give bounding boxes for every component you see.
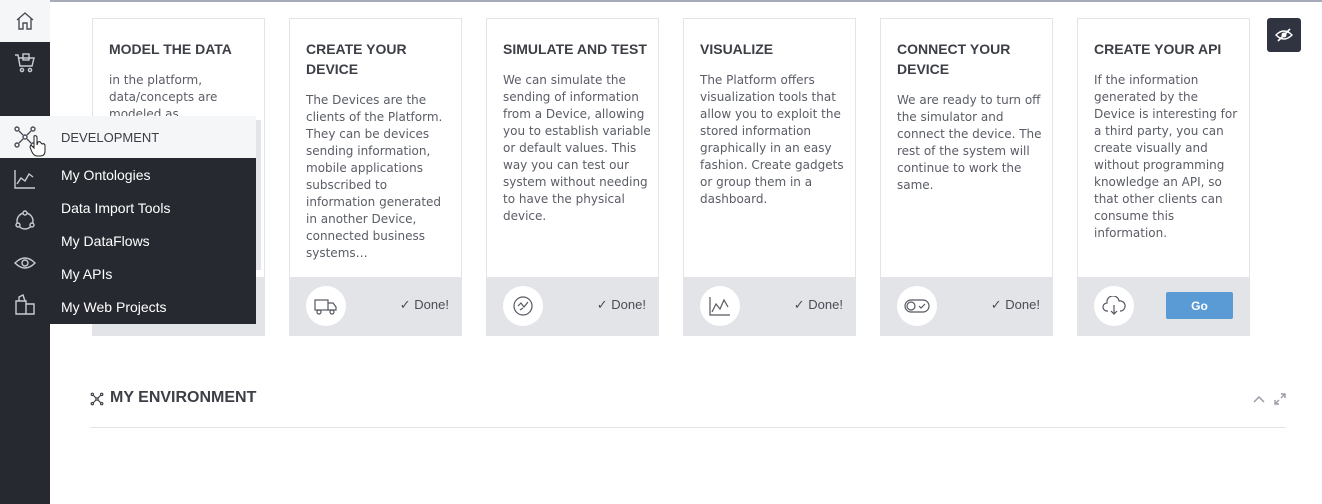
- simulate-icon: [503, 286, 543, 326]
- card-body: We can simulate the sending of informati…: [503, 73, 651, 223]
- boxes-icon: [15, 294, 35, 315]
- card-footer: ✓ Done!: [684, 277, 855, 335]
- card-title: CREATE YOUR API: [1094, 41, 1222, 57]
- toggle-visibility-button[interactable]: [1267, 18, 1301, 52]
- flyout-header: DEVELOPMENT: [50, 116, 256, 158]
- menu-item-my-web-projects[interactable]: My Web Projects: [61, 299, 167, 315]
- card-body: If the information generated by the Devi…: [1094, 73, 1238, 240]
- chart-icon: [14, 170, 35, 189]
- section-divider: [90, 427, 1286, 428]
- flyout-scrollbar[interactable]: [256, 120, 261, 270]
- hand-cursor-icon: [29, 135, 46, 157]
- card-body: The Devices are the clients of the Platf…: [306, 93, 443, 260]
- card-create-api: CREATE YOUR API If the information gener…: [1077, 18, 1250, 336]
- sidebar-item-marketplace[interactable]: [0, 42, 50, 84]
- toggle-icon: [897, 286, 937, 326]
- menu-item-my-ontologies[interactable]: My Ontologies: [61, 167, 150, 183]
- home-icon: [16, 12, 34, 30]
- status-done: ✓ Done!: [596, 297, 646, 312]
- sidebar-item-home[interactable]: [0, 0, 50, 42]
- status-done: ✓ Done!: [793, 297, 843, 312]
- top-border: [0, 0, 1322, 2]
- menu-item-data-import-tools[interactable]: Data Import Tools: [61, 200, 170, 216]
- card-visualize: VISUALIZE The Platform offers visualizat…: [683, 18, 856, 336]
- card-connect-device: CONNECT YOUR DEVICE We are ready to turn…: [880, 18, 1053, 336]
- eye-icon: [14, 257, 36, 269]
- section-title: MY ENVIRONMENT: [110, 389, 257, 406]
- collapse-icon[interactable]: [1252, 392, 1266, 406]
- menu-item-my-dataflows[interactable]: My DataFlows: [61, 233, 150, 249]
- chart-icon: [700, 286, 740, 326]
- status-done: ✓ Done!: [399, 297, 449, 312]
- status-done: ✓ Done!: [990, 297, 1040, 312]
- card-title: CREATE YOUR DEVICE: [306, 41, 407, 77]
- card-title: VISUALIZE: [700, 41, 774, 57]
- sidebar: [0, 0, 50, 504]
- card-footer: Go: [1078, 277, 1249, 335]
- truck-icon: [306, 286, 346, 326]
- cloud-download-icon: [1094, 286, 1134, 326]
- development-flyout-menu: DEVELOPMENT My Ontologies Data Import To…: [50, 116, 256, 324]
- eye-slash-icon: [1275, 28, 1293, 42]
- sidebar-item-visualization[interactable]: [0, 242, 50, 284]
- card-simulate-test: SIMULATE AND TEST We can simulate the se…: [486, 18, 659, 336]
- card-title: CONNECT YOUR DEVICE: [897, 41, 1011, 77]
- card-title: MODEL THE DATA: [109, 41, 232, 57]
- sidebar-item-analytics[interactable]: [0, 158, 50, 200]
- card-body: We are ready to turn off the simulator a…: [897, 93, 1042, 192]
- go-button[interactable]: Go: [1166, 292, 1233, 319]
- expand-icon[interactable]: [1273, 392, 1287, 406]
- cart-icon: [15, 53, 35, 73]
- cycle-icon: [15, 210, 35, 230]
- network-icon: [90, 392, 104, 406]
- sidebar-item-flows[interactable]: [0, 200, 50, 242]
- menu-item-my-apis[interactable]: My APIs: [61, 266, 112, 282]
- card-footer: ✓ Done!: [881, 277, 1052, 335]
- card-footer: ✓ Done!: [290, 277, 461, 335]
- card-footer: ✓ Done!: [487, 277, 658, 335]
- card-title: SIMULATE AND TEST: [503, 41, 647, 57]
- card-body: The Platform offers visualization tools …: [700, 73, 844, 206]
- sidebar-item-projects[interactable]: [0, 284, 50, 326]
- card-create-device: CREATE YOUR DEVICE The Devices are the c…: [289, 18, 462, 336]
